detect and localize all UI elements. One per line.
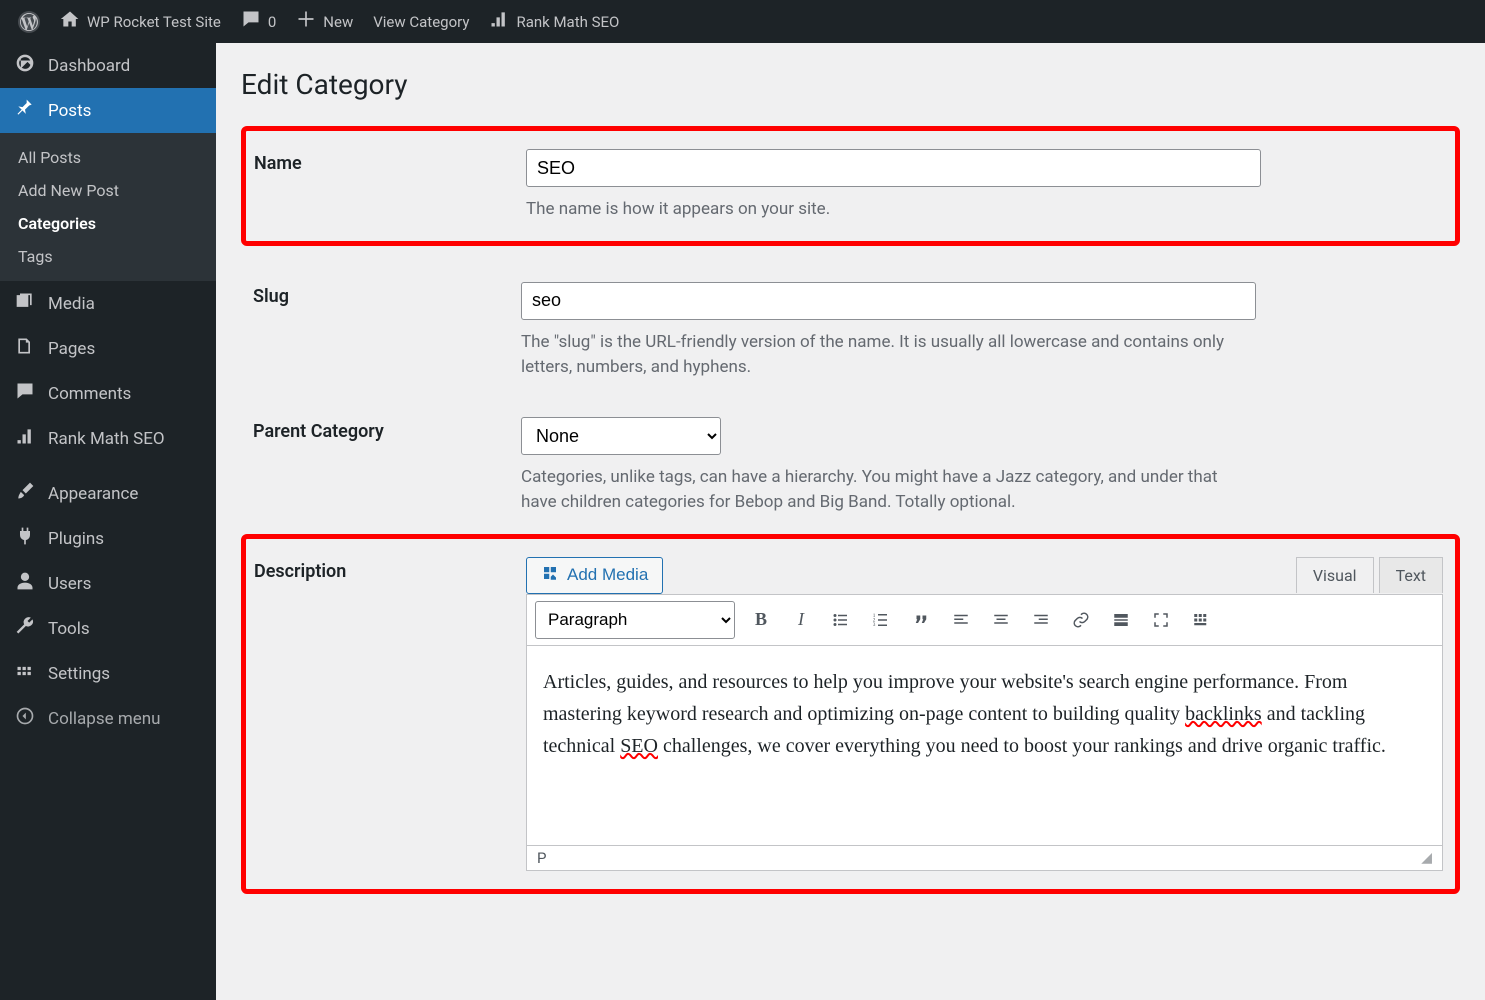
toolbar-toggle-button[interactable]	[1187, 606, 1215, 634]
align-left-button[interactable]	[947, 606, 975, 634]
parent-category-select[interactable]: None	[521, 417, 721, 455]
sidebar-item-comments[interactable]: Comments	[0, 371, 216, 416]
align-center-button[interactable]	[987, 606, 1015, 634]
name-input[interactable]	[526, 149, 1261, 187]
parent-label: Parent Category	[241, 399, 521, 534]
page-title: Edit Category	[241, 68, 1460, 101]
sidebar-item-dashboard[interactable]: Dashboard	[0, 43, 216, 88]
wrench-icon	[14, 616, 36, 641]
sidebar-item-appearance[interactable]: Appearance	[0, 471, 216, 516]
align-right-button[interactable]	[1027, 606, 1055, 634]
submenu-all-posts[interactable]: All Posts	[0, 141, 216, 174]
site-title: WP Rocket Test Site	[87, 13, 221, 31]
bullet-list-button[interactable]	[827, 606, 855, 634]
sidebar-item-users[interactable]: Users	[0, 561, 216, 606]
pages-icon	[14, 336, 36, 361]
block-format-select[interactable]: Paragraph	[535, 601, 735, 639]
home-icon	[60, 9, 80, 34]
settings-icon	[14, 661, 36, 686]
numbered-list-button[interactable]: 123	[867, 606, 895, 634]
resize-handle-icon[interactable]: ◢	[1421, 850, 1432, 866]
plus-icon	[296, 9, 316, 34]
submenu-tags[interactable]: Tags	[0, 240, 216, 273]
italic-button[interactable]: I	[787, 606, 815, 634]
user-icon	[14, 571, 36, 596]
submenu-categories[interactable]: Categories	[0, 207, 216, 240]
admin-bar: WP Rocket Test Site 0 New View Category …	[0, 0, 1485, 43]
comments-count: 0	[268, 13, 276, 31]
blockquote-button[interactable]	[907, 606, 935, 634]
rankmath-menu[interactable]: Rank Math SEO	[479, 0, 629, 43]
plug-icon	[14, 526, 36, 551]
spellcheck-word: backlinks	[1185, 703, 1262, 725]
name-label: Name	[246, 131, 526, 241]
slug-description: The "slug" is the URL-friendly version o…	[521, 330, 1251, 381]
sidebar-item-tools[interactable]: Tools	[0, 606, 216, 651]
collapse-menu-button[interactable]: Collapse menu	[0, 696, 216, 741]
editor-tabs: Visual Text	[1296, 557, 1443, 593]
parent-description: Categories, unlike tags, can have a hier…	[521, 465, 1251, 516]
new-content-menu[interactable]: New	[286, 0, 363, 43]
comments-menu[interactable]: 0	[231, 0, 286, 43]
media-icon	[14, 291, 36, 316]
sidebar-item-rankmath[interactable]: Rank Math SEO	[0, 416, 216, 461]
name-highlight-box: Name The name is how it appears on your …	[241, 126, 1460, 246]
name-description: The name is how it appears on your site.	[526, 197, 1256, 223]
spellcheck-word: SEO	[620, 735, 658, 757]
admin-sidebar: Dashboard Posts All Posts Add New Post C…	[0, 43, 216, 1000]
site-name-menu[interactable]: WP Rocket Test Site	[50, 0, 231, 43]
posts-submenu: All Posts Add New Post Categories Tags	[0, 133, 216, 281]
pin-icon	[14, 98, 36, 123]
fullscreen-button[interactable]	[1147, 606, 1175, 634]
sidebar-item-posts[interactable]: Posts	[0, 88, 216, 133]
tab-text[interactable]: Text	[1379, 557, 1443, 593]
comment-icon	[14, 381, 36, 406]
chart-icon	[489, 9, 509, 34]
chart-icon	[14, 426, 36, 451]
editor-statusbar: P ◢	[526, 846, 1443, 871]
tab-visual[interactable]: Visual	[1296, 557, 1374, 593]
sidebar-item-plugins[interactable]: Plugins	[0, 516, 216, 561]
view-category-link[interactable]: View Category	[363, 0, 479, 43]
slug-input[interactable]	[521, 282, 1256, 320]
brush-icon	[14, 481, 36, 506]
sidebar-item-settings[interactable]: Settings	[0, 651, 216, 696]
comment-icon	[241, 9, 261, 34]
media-icon	[541, 564, 559, 587]
dashboard-icon	[14, 53, 36, 78]
description-editor[interactable]: Articles, guides, and resources to help …	[526, 646, 1443, 846]
slug-label: Slug	[241, 264, 521, 399]
wp-logo-menu[interactable]	[8, 0, 50, 43]
wordpress-logo-icon	[18, 11, 40, 33]
new-label: New	[323, 13, 353, 31]
description-label: Description	[246, 539, 526, 889]
description-highlight-box: Description Add Media Visual Text	[241, 534, 1460, 894]
sidebar-item-pages[interactable]: Pages	[0, 326, 216, 371]
main-content: Edit Category Name The name is how it ap…	[216, 43, 1485, 1000]
collapse-icon	[14, 706, 36, 731]
svg-text:3: 3	[873, 622, 876, 628]
link-button[interactable]	[1067, 606, 1095, 634]
editor-path: P	[537, 849, 546, 867]
submenu-add-new-post[interactable]: Add New Post	[0, 174, 216, 207]
add-media-button[interactable]: Add Media	[526, 557, 663, 594]
read-more-button[interactable]	[1107, 606, 1135, 634]
sidebar-item-media[interactable]: Media	[0, 281, 216, 326]
bold-button[interactable]: B	[747, 606, 775, 634]
editor-toolbar: Paragraph B I 123	[526, 594, 1443, 646]
